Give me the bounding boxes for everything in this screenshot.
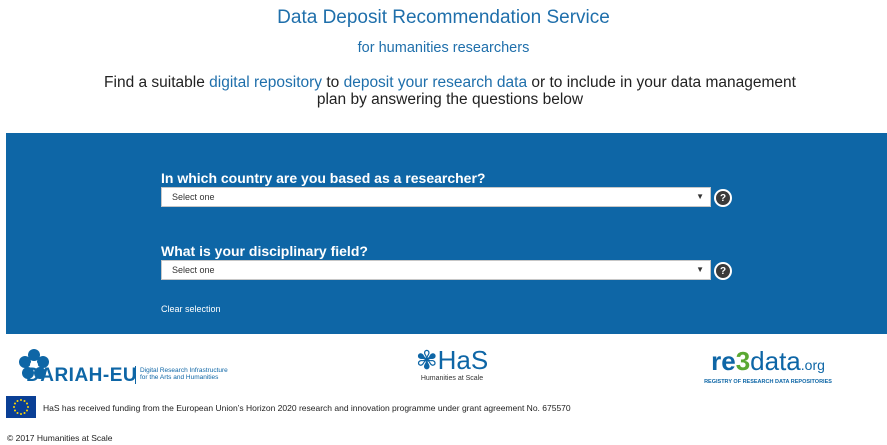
question-mark-icon: ? xyxy=(716,264,730,278)
discipline-help-button[interactable]: ? xyxy=(714,262,732,280)
intro-part1: Find a suitable xyxy=(104,74,210,91)
discipline-select-value: Select one xyxy=(172,265,215,275)
re3-name-c: data xyxy=(750,346,801,376)
country-select-value: Select one xyxy=(172,192,215,202)
funding-statement: HaS has received funding from the Europe… xyxy=(43,403,571,413)
country-question-label: In which country are you based as a rese… xyxy=(161,170,486,186)
question-panel: In which country are you based as a rese… xyxy=(6,133,887,334)
has-name: HaS xyxy=(437,345,489,375)
discipline-question-label: What is your disciplinary field? xyxy=(161,243,368,259)
country-help-button[interactable]: ? xyxy=(714,189,732,207)
re3-name-d: .org xyxy=(800,357,825,373)
question-mark-icon: ? xyxy=(716,191,730,205)
chevron-down-icon: ▼ xyxy=(696,265,704,274)
chevron-down-icon: ▼ xyxy=(696,192,704,201)
has-asterisk-icon: ✾ xyxy=(415,345,438,375)
dariah-name: DARIAH-EU xyxy=(26,365,138,386)
dariah-eu-logo[interactable]: DARIAH-EU Digital Research Infrastructur… xyxy=(8,348,248,386)
clear-selection-link[interactable]: Clear selection xyxy=(161,304,221,314)
digital-repository-link[interactable]: digital repository xyxy=(209,74,322,91)
dariah-tagline-2: for the Arts and Humanities xyxy=(140,374,219,381)
country-select[interactable]: Select one ▼ xyxy=(161,187,711,207)
has-logo[interactable]: ✾HaS Humanities at Scale xyxy=(407,347,497,385)
re3-name-a: re xyxy=(711,346,736,376)
copyright: © 2017 Humanities at Scale xyxy=(7,433,113,443)
has-tagline: Humanities at Scale xyxy=(420,375,484,382)
dariah-tagline-1: Digital Research Infrastructure xyxy=(140,367,228,374)
re3-name-b: 3 xyxy=(735,346,751,376)
re3data-logo[interactable]: re3data.org REGISTRY OF RESEARCH DATA RE… xyxy=(703,347,833,387)
re3-tagline: REGISTRY OF RESEARCH DATA REPOSITORIES xyxy=(704,379,832,385)
eu-flag-icon xyxy=(6,396,36,418)
page-subtitle: for humanities researchers xyxy=(357,40,530,56)
discipline-select[interactable]: Select one ▼ xyxy=(161,260,711,280)
intro-part2: to xyxy=(322,74,344,91)
intro-text: Find a suitable digital repository to de… xyxy=(100,74,800,108)
deposit-data-link[interactable]: deposit your research data xyxy=(344,74,528,91)
page-title: Data Deposit Recommendation Service xyxy=(277,7,610,28)
